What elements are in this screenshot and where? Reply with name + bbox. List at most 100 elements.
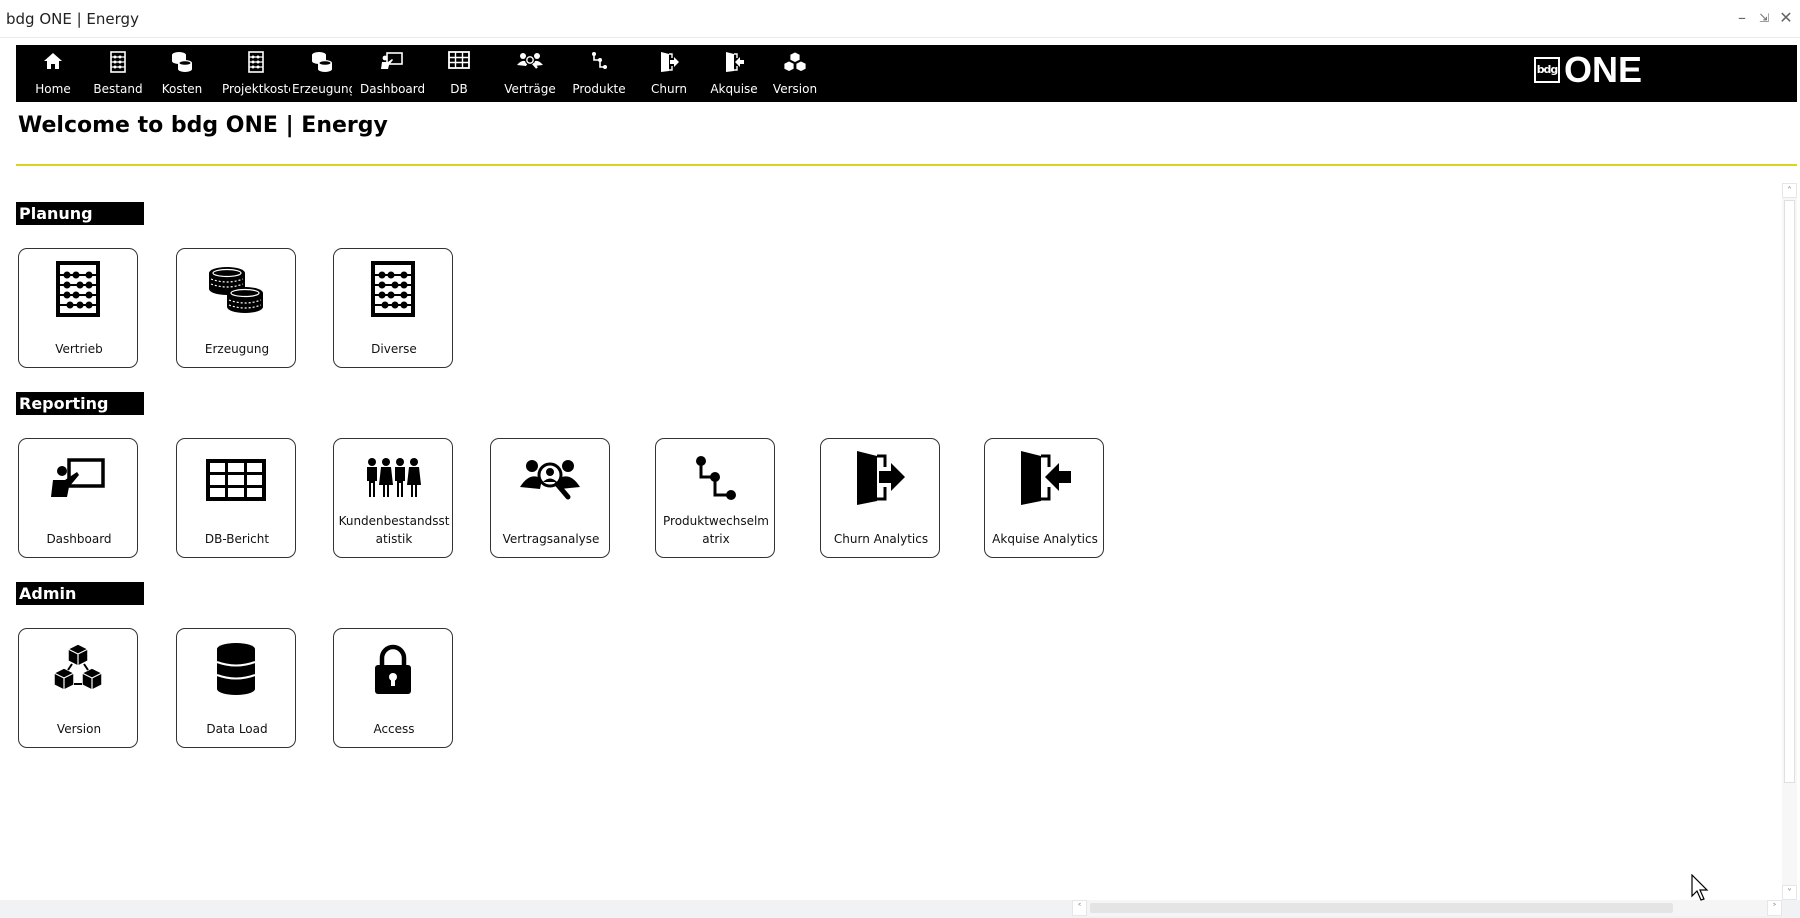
nav-version[interactable]: Version [770,45,820,102]
tile-label: Dashboard [46,532,112,546]
nav-produkte[interactable]: Produkte [572,45,626,102]
nav-kosten[interactable]: Kosten [158,45,206,102]
tile-churn-analytics[interactable]: Churn Analytics [820,438,940,558]
tile-label: Churn Analytics [833,532,929,546]
tile-label: Erzeugung [204,342,270,356]
nav-label: DB [450,82,468,96]
nav-bestand[interactable]: Bestand [91,45,145,102]
nav-home[interactable]: Home [28,45,78,102]
enter-icon [726,52,744,72]
nav-label: Produkte [572,82,626,96]
horizontal-scrollbar[interactable]: ˂ ˃ [1072,900,1782,916]
coins-icon [209,267,263,313]
nav-label: Erzeugung [292,82,352,96]
people-icon [367,458,421,497]
database-icon [216,643,256,695]
tile-label: Vertragsanalyse [502,532,600,546]
nav-db[interactable]: DB [444,45,474,102]
window-title: bdg ONE | Energy [6,10,139,28]
nav-label: Churn [651,82,687,96]
tile-data-load[interactable]: Data Load [176,628,296,748]
tile-label-line2: atistik [375,532,413,546]
boxes-icon [783,51,807,72]
nav-label: Kosten [161,82,203,96]
window-titlebar: bdg ONE | Energy – ⇲ ✕ [0,0,1800,38]
presentation-icon [51,458,105,497]
tile-label: Vertrieb [55,342,103,356]
section-admin: Admin [16,582,144,605]
horizontal-scroll-thumb[interactable] [1090,903,1673,913]
abacus-icon [56,261,100,317]
tile-akquise-analytics[interactable]: Akquise Analytics [984,438,1104,558]
abacus-icon [371,261,415,317]
enter-icon [1021,451,1071,505]
exit-icon [661,52,679,72]
tile-kundenbestandsstatistik[interactable]: Kundenbestandsst atistik [333,438,453,558]
scroll-up-icon[interactable]: ˄ [1782,183,1797,198]
tile-version[interactable]: Version [18,628,138,748]
table-icon [206,459,266,501]
people-search-icon [520,460,580,500]
tile-label: Diverse [371,342,417,356]
tile-label: Akquise Analytics [992,532,1098,546]
flow-icon [696,456,736,500]
tile-erzeugung[interactable]: Erzeugung [176,248,296,368]
coins-icon [172,52,192,72]
section-planung: Planung [16,202,144,225]
nav-label: Projektkoste [222,82,290,96]
nav-dashboard[interactable]: Dashboard [360,45,424,102]
nav-label: Home [35,82,71,96]
nav-label: Akquise [710,82,758,96]
flow-icon [592,52,607,69]
exit-icon [857,451,905,505]
tile-label: Data Load [206,722,268,736]
nav-churn[interactable]: Churn [648,45,690,102]
coins-icon [312,52,332,72]
nav-akquise[interactable]: Akquise [710,45,758,102]
scroll-down-icon[interactable]: ˅ [1782,885,1797,900]
tile-access[interactable]: Access [333,628,453,748]
lock-icon [375,644,411,694]
brand-text: ONE [1564,49,1643,90]
nav-erzeugung[interactable]: Erzeugung [292,45,352,102]
nav-label: Bestand [93,82,143,96]
tile-label-line2: atrix [702,532,730,546]
nav-vertraege[interactable]: Verträge [504,45,556,102]
tile-dashboard[interactable]: Dashboard [18,438,138,558]
tile-produktwechselmatrix[interactable]: Produktwechselm atrix [655,438,775,558]
nav-label: Dashboard [360,82,424,96]
nav-label: Version [772,82,818,96]
vertical-scroll-thumb[interactable] [1784,200,1795,783]
tile-label-line1: Kundenbestandsst [338,514,450,528]
tile-db-bericht[interactable]: DB-Bericht [176,438,296,558]
ribbon-nav: Home Bestand Kosten Projektkoste Erzeugu… [16,45,1797,102]
mouse-cursor-icon [1691,874,1709,901]
brand-logo: bdg ONE [1534,50,1644,94]
presentation-icon [381,52,403,69]
scroll-right-icon[interactable]: ˃ [1767,900,1782,916]
minimize-icon[interactable]: – [1732,8,1752,28]
people-search-icon [517,53,543,69]
section-reporting: Reporting [16,392,144,415]
restore-icon[interactable]: ⇲ [1754,8,1774,28]
tile-label: DB-Bericht [204,532,270,546]
boxes-icon [53,643,103,691]
tile-label-line1: Produktwechselm [663,514,769,528]
scroll-left-icon[interactable]: ˂ [1072,900,1087,916]
abacus-icon [248,51,264,73]
abacus-icon [110,51,126,73]
nav-label: Verträge [504,82,556,96]
page-title: Welcome to bdg ONE | Energy [18,113,388,138]
tile-vertragsanalyse[interactable]: Vertragsanalyse [490,438,610,558]
accent-separator [16,164,1797,166]
home-icon [44,53,62,69]
vertical-scrollbar[interactable]: ˄ ˅ [1782,183,1797,900]
close-icon[interactable]: ✕ [1776,8,1796,28]
nav-projektkoste[interactable]: Projektkoste [222,45,290,102]
table-icon [448,51,470,69]
tile-label: Access [373,722,415,736]
tile-label: Version [56,722,102,736]
tile-diverse[interactable]: Diverse [333,248,453,368]
brand-box: bdg [1534,57,1560,83]
tile-vertrieb[interactable]: Vertrieb [18,248,138,368]
